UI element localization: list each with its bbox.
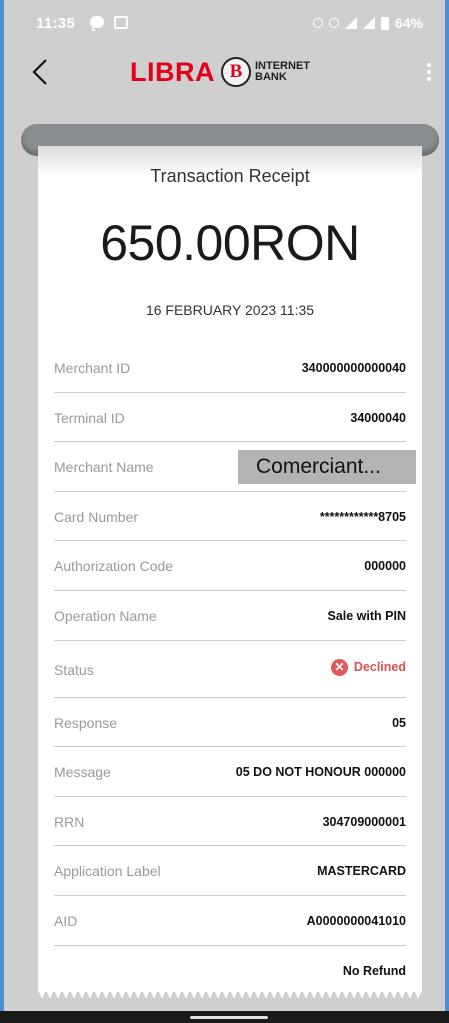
app-header: LIBRA B INTERNET BANK [4,48,445,96]
row-response: Response 05 [54,698,406,748]
back-button[interactable] [30,54,52,90]
row-merchant-name: Merchant Name Comerciant... [54,442,416,492]
row-value: 304709000001 [322,814,406,829]
row-value: 05 DO NOT HONOUR 000000 [235,765,406,780]
row-label: Terminal ID [54,409,125,426]
system-navigation-bar [0,1011,449,1023]
row-value: Sale with PIN [327,608,407,623]
row-value: 000000 [364,559,406,574]
more-options-button[interactable] [421,58,437,86]
row-label: AID [54,912,78,929]
menu-dot [427,70,431,74]
transaction-receipt: Transaction Receipt 650.00RON 16 FEBRUAR… [38,146,422,992]
logo-subtitle: INTERNET BANK [255,61,310,83]
row-value: 34000040 [350,410,406,425]
row-value: A0000000041010 [306,913,406,928]
image-notification-icon [114,16,128,29]
logo-badge-icon: B [221,57,251,87]
cell-signal-icon [362,17,375,29]
receipt-details: Merchant ID 340000000000040 Terminal ID … [54,343,416,996]
home-gesture-handle[interactable] [190,1016,268,1019]
menu-dot [427,77,431,81]
status-notification-icons [90,16,128,31]
libra-bank-logo: LIBRA B INTERNET BANK [130,56,310,88]
row-message: Message 05 DO NOT HONOUR 000000 [54,747,406,797]
row-refund: No Refund [54,946,406,996]
status-bar: 11:35 64% [4,0,445,48]
row-terminal-id: Terminal ID 34000040 [54,393,406,443]
declined-x-icon: ✕ [330,658,348,676]
status-value-group: ✕ Declined [330,658,406,676]
frame-left [0,0,4,1023]
wifi-signal-icon [344,17,357,29]
status-time: 11:35 [36,15,76,32]
row-authorization-code: Authorization Code 000000 [54,541,406,591]
row-value: 05 [392,715,406,730]
row-status: Status ✕ Declined [54,641,406,698]
row-label: Authorization Code [54,558,174,575]
row-label: Operation Name [54,607,157,624]
row-label: Message [54,764,111,781]
row-value: MASTERCARD [317,864,406,879]
row-label: Application Label [54,863,161,880]
menu-dot [427,63,431,67]
bluetooth-icon [328,18,339,28]
status-badge: Declined [353,660,406,675]
row-value: 340000000000040 [301,361,406,375]
back-arrow-icon [32,59,47,85]
alarm-icon [312,18,323,28]
receipt-amount: 650.00RON [100,215,360,271]
message-notification-icon [90,16,104,31]
row-rrn: RRN 304709000001 [54,797,406,847]
row-value: No Refund [342,963,406,978]
row-aid: AID A0000000041010 [54,896,406,946]
battery-icon [380,16,389,30]
row-label: Status [54,661,94,678]
receipt-date: 16 FEBRUARY 2023 11:35 [145,302,315,318]
row-label: Merchant Name [54,459,154,476]
row-label: Card Number [54,508,139,525]
row-card-number: Card Number ************8705 [54,492,406,542]
row-merchant-id: Merchant ID 340000000000040 [54,343,406,393]
row-label: Response [54,714,118,731]
receipt-torn-edge [38,990,422,999]
status-right-icons: 64% [312,15,423,31]
logo-word: LIBRA [130,56,215,87]
row-operation-name: Operation Name Sale with PIN [54,591,406,641]
frame-right [445,0,449,1023]
row-application-label: Application Label MASTERCARD [54,846,406,896]
row-label: RRN [54,813,85,830]
merchant-name-value: Comerciant... [238,450,416,485]
receipt-title: Transaction Receipt [150,166,310,186]
battery-percent: 64% [394,15,423,31]
logo-sub-line2: BANK [255,71,287,83]
row-label: Merchant ID [54,360,131,376]
row-value: ************8705 [319,509,406,524]
